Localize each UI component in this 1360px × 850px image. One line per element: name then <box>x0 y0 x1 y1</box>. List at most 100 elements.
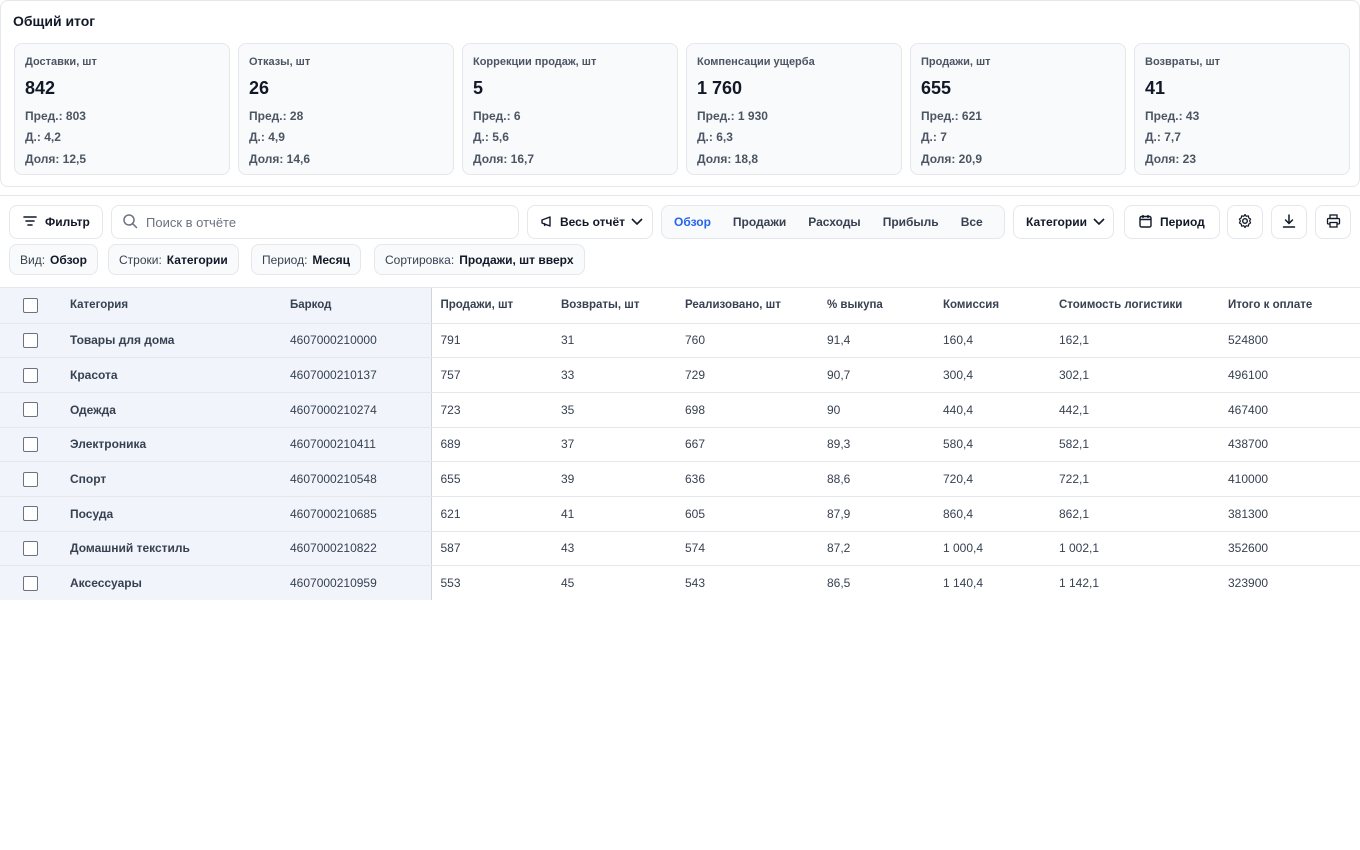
cell-returns: 39 <box>552 461 676 497</box>
card-value: 5 <box>473 78 484 98</box>
cell-barcode: 4607000210959 <box>281 565 432 600</box>
column-header-commission[interactable]: Комиссия <box>934 288 1050 324</box>
summary-cards: Доставки, шт 842 Пред.: 803 Д.: 4,2 Доля… <box>14 43 1350 175</box>
cell-buyout: 87,9 <box>818 496 934 532</box>
row-checkbox[interactable] <box>23 471 38 487</box>
row-checkbox[interactable] <box>23 402 38 418</box>
cell-realized: 574 <box>676 531 818 567</box>
summary-card: Продажи, шт 655 Пред.: 621 Д.: 7 Доля: 2… <box>910 43 1126 175</box>
scope-label: Весь отчёт <box>560 215 625 229</box>
summary-card: Доставки, шт 842 Пред.: 803 Д.: 4,2 Доля… <box>14 43 230 175</box>
card-label: Коррекции продаж, шт <box>473 56 597 68</box>
card-share: Доля: 23 <box>1145 152 1197 166</box>
tab-all[interactable]: Все <box>961 215 983 229</box>
chip-value: Месяц <box>312 252 350 267</box>
table-row[interactable]: Электроника 4607000210411 689 37 667 89,… <box>0 427 1360 463</box>
summary-card: Возвраты, шт 41 Пред.: 43 Д.: 7,7 Доля: … <box>1134 43 1350 175</box>
row-checkbox[interactable] <box>23 541 38 557</box>
row-checkbox[interactable] <box>23 575 38 591</box>
table-row[interactable]: Аксессуары 4607000210959 553 45 543 86,5… <box>0 565 1360 600</box>
card-label: Компенсации ущерба <box>697 56 815 68</box>
summary-card: Коррекции продаж, шт 5 Пред.: 6 Д.: 5,6 … <box>462 43 678 175</box>
cell-total: 352600 <box>1219 531 1360 567</box>
column-header-total[interactable]: Итого к оплате <box>1219 288 1360 324</box>
cell-realized: 760 <box>676 323 818 359</box>
table-header-row: Категория Баркод Продажи, шт Возвраты, ш… <box>0 288 1360 324</box>
card-prev: Пред.: 803 <box>25 109 86 123</box>
tab-overview[interactable]: Обзор <box>674 215 711 229</box>
tab-expenses[interactable]: Расходы <box>808 215 860 229</box>
chip-value: Обзор <box>50 252 87 267</box>
search-input[interactable] <box>146 214 506 230</box>
cell-sales: 723 <box>431 392 552 428</box>
column-header-buyout[interactable]: % выкупа <box>818 288 934 324</box>
card-share: Доля: 16,7 <box>473 152 535 166</box>
cell-realized: 543 <box>676 565 818 600</box>
search-icon <box>122 213 138 232</box>
card-value: 842 <box>25 78 56 98</box>
period-label: Период <box>1160 215 1205 229</box>
table-row[interactable]: Красота 4607000210137 757 33 729 90,7 30… <box>0 357 1360 393</box>
row-checkbox[interactable] <box>23 437 38 453</box>
row-checkbox[interactable] <box>23 506 38 522</box>
chip-rows[interactable]: Строки: Категории <box>108 244 239 275</box>
cell-category: Электроника <box>61 427 281 463</box>
row-select-cell <box>0 357 61 393</box>
cell-commission: 580,4 <box>934 427 1050 463</box>
summary-title: Общий итог <box>13 13 96 29</box>
chip-view[interactable]: Вид: Обзор <box>9 244 98 275</box>
column-header-returns[interactable]: Возвраты, шт <box>552 288 676 324</box>
card-delta: Д.: 4,9 <box>249 130 285 144</box>
cell-buyout: 88,6 <box>818 461 934 497</box>
cell-realized: 667 <box>676 427 818 463</box>
table-row[interactable]: Домашний текстиль 4607000210822 587 43 5… <box>0 531 1360 567</box>
card-share: Доля: 18,8 <box>697 152 759 166</box>
download-button[interactable] <box>1271 205 1307 239</box>
cell-category: Аксессуары <box>61 565 281 600</box>
row-checkbox[interactable] <box>23 333 38 348</box>
cell-commission: 1 000,4 <box>934 531 1050 567</box>
chevron-down-icon <box>631 215 643 229</box>
period-button[interactable]: Период <box>1124 205 1220 239</box>
print-button[interactable] <box>1315 205 1351 239</box>
cell-logistics: 582,1 <box>1050 427 1219 463</box>
column-header-barcode[interactable]: Баркод <box>281 288 432 324</box>
report-table: Категория Баркод Продажи, шт Возвраты, ш… <box>0 287 1360 600</box>
select-all-checkbox[interactable] <box>23 297 38 313</box>
cell-buyout: 87,2 <box>818 531 934 567</box>
column-header-realized[interactable]: Реализовано, шт <box>676 288 818 324</box>
card-delta: Д.: 6,3 <box>697 130 733 144</box>
filter-button[interactable]: Фильтр <box>9 205 103 239</box>
column-header-category[interactable]: Категория <box>61 288 281 324</box>
row-select-cell <box>0 323 61 359</box>
card-delta: Д.: 7,7 <box>1145 130 1181 144</box>
chip-sort[interactable]: Сортировка: Продажи, шт вверх <box>374 244 585 275</box>
chip-period[interactable]: Период: Месяц <box>251 244 361 275</box>
cell-buyout: 90,7 <box>818 357 934 393</box>
table-row[interactable]: Посуда 4607000210685 621 41 605 87,9 860… <box>0 496 1360 532</box>
cell-sales: 553 <box>431 565 552 600</box>
table-row[interactable]: Одежда 4607000210274 723 35 698 90 440,4… <box>0 392 1360 428</box>
cell-returns: 31 <box>552 323 676 359</box>
summary-panel: Общий итог Доставки, шт 842 Пред.: 803 Д… <box>0 0 1360 187</box>
table-row[interactable]: Спорт 4607000210548 655 39 636 88,6 720,… <box>0 461 1360 497</box>
card-delta: Д.: 7 <box>921 130 947 144</box>
row-checkbox[interactable] <box>23 367 38 383</box>
settings-button[interactable] <box>1227 205 1263 239</box>
scope-dropdown[interactable]: Весь отчёт <box>527 205 653 239</box>
cell-category: Домашний текстиль <box>61 531 281 567</box>
select-all-cell <box>0 288 61 324</box>
cell-buyout: 90 <box>818 392 934 428</box>
column-header-logistics[interactable]: Стоимость логистики <box>1050 288 1219 324</box>
column-header-sales[interactable]: Продажи, шт <box>431 288 552 324</box>
cell-realized: 729 <box>676 357 818 393</box>
categories-dropdown[interactable]: Категории <box>1013 205 1114 239</box>
chip-value: Категории <box>166 252 228 267</box>
cell-category: Одежда <box>61 392 281 428</box>
search-box[interactable] <box>111 205 519 239</box>
table-row[interactable]: Товары для дома 4607000210000 791 31 760… <box>0 323 1360 359</box>
summary-card: Компенсации ущерба 1 760 Пред.: 1 930 Д.… <box>686 43 902 175</box>
tab-profit[interactable]: Прибыль <box>883 215 939 229</box>
cell-logistics: 1 002,1 <box>1050 531 1219 567</box>
tab-sales[interactable]: Продажи <box>733 215 786 229</box>
